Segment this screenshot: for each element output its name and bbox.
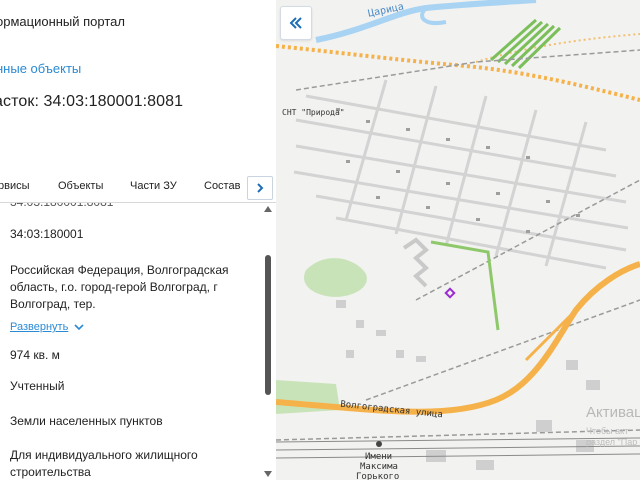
selected-objects-link[interactable]: нные объекты	[0, 61, 81, 76]
detail-cadastral-number: 34:03:180001:8081	[10, 203, 255, 211]
snt-label: СНТ "Природа"	[282, 108, 345, 117]
watermark-line-2: раздел "Пар	[586, 437, 638, 447]
detail-quarter: 34:03:180001	[10, 227, 84, 241]
tabs-next-button[interactable]	[247, 176, 273, 200]
chevron-right-icon	[257, 183, 264, 193]
tab-parts[interactable]: Части ЗУ	[130, 180, 177, 192]
tab-bar: рвисы Объекты Части ЗУ Состав	[0, 174, 276, 203]
detail-category: Земли населенных пунктов	[10, 414, 163, 428]
scroll-down-arrow-icon[interactable]	[264, 471, 272, 477]
details-list: 34:03:180001:8081 34:03:180001 Российска…	[0, 203, 262, 480]
scroll-thumb[interactable]	[265, 255, 271, 395]
expand-address-button[interactable]: Развернуть	[10, 321, 84, 333]
detail-area: 974 кв. м	[10, 348, 60, 362]
station-label-2: Максима	[360, 462, 398, 472]
watermark-line-1: Чтобы акт	[586, 426, 629, 436]
activation-watermark: Активац	[586, 404, 640, 421]
double-chevron-left-icon	[289, 17, 302, 29]
details-scrollbar[interactable]	[263, 203, 274, 480]
tab-services[interactable]: рвисы	[0, 180, 30, 192]
info-panel: ормационный портал нные объекты асток: 3…	[0, 0, 276, 480]
tab-objects[interactable]: Объекты	[58, 180, 103, 192]
detail-permitted-use: Для индивидуального жилищного строительс…	[10, 448, 198, 479]
portal-title: ормационный портал	[0, 14, 125, 29]
detail-status: Учтенный	[10, 379, 65, 393]
scroll-up-arrow-icon[interactable]	[264, 206, 272, 212]
parcel-title: асток: 34:03:180001:8081	[0, 93, 184, 110]
tab-composition[interactable]: Состав	[204, 180, 240, 192]
activation-watermark-sub: Чтобы акт раздел "Пар	[586, 426, 637, 448]
station-label-1: Имени	[365, 452, 393, 462]
expand-label: Развернуть	[10, 321, 69, 333]
collapse-panel-button[interactable]	[280, 6, 312, 40]
detail-address: Российская Федерация, Волгоградская обла…	[10, 263, 229, 311]
chevron-down-icon	[74, 323, 84, 330]
station-label-3: Горького	[356, 472, 400, 480]
